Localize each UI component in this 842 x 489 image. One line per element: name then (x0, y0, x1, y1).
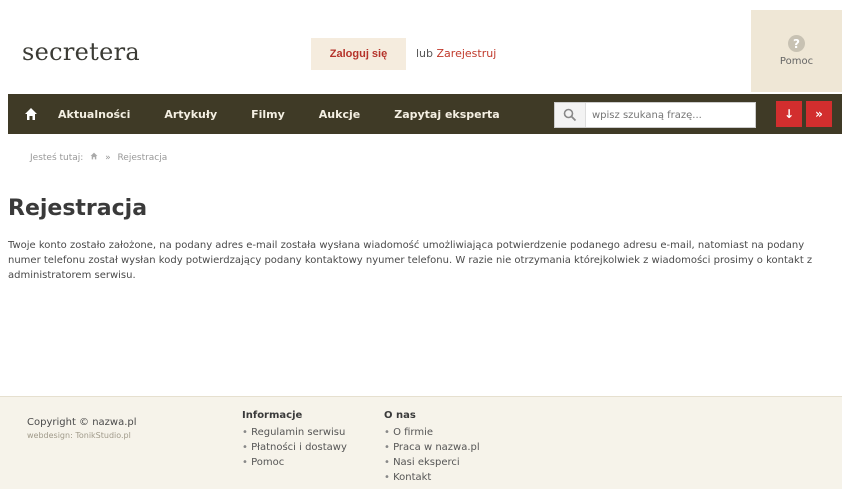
footer-column-informacje: Informacje Regulamin serwisu Płatności i… (242, 410, 347, 470)
home-icon[interactable] (24, 107, 38, 121)
webdesign-credit[interactable]: webdesign: TonikStudio.pl (27, 431, 131, 440)
breadcrumb: Jesteś tutaj: » Rejestracja (30, 152, 171, 163)
header: secretera Zaloguj się lub Zarejestruj ? … (0, 0, 842, 92)
help-label: Pomoc (779, 56, 814, 67)
footer-column-o-nas: O nas O firmie Praca w nazwa.pl Nasi eks… (384, 410, 480, 485)
nav-item-zapytaj-eksperta[interactable]: Zapytaj eksperta (394, 108, 500, 121)
breadcrumb-home-icon[interactable] (90, 152, 98, 160)
footer: Copyright © nazwa.pl webdesign: TonikStu… (0, 396, 842, 489)
or-text: lub (416, 47, 434, 60)
footer-column-title: O nas (384, 410, 416, 421)
nav-item-artykuly[interactable]: Artykuły (164, 108, 217, 121)
footer-link-nasi-eksperci[interactable]: Nasi eksperci (384, 455, 480, 470)
search-icon[interactable] (555, 103, 586, 127)
help-button[interactable]: ? Pomoc (751, 10, 842, 92)
register-link[interactable]: Zarejestruj (437, 47, 497, 60)
site-logo[interactable]: secretera (22, 38, 140, 66)
breadcrumb-current: Rejestracja (117, 153, 168, 163)
breadcrumb-separator: » (105, 153, 111, 163)
search-box (554, 102, 756, 128)
search-input[interactable] (586, 104, 754, 126)
download-arrow-button[interactable]: ↓ (776, 101, 802, 127)
page-title: Rejestracja (8, 196, 148, 221)
footer-link-pomoc[interactable]: Pomoc (242, 455, 347, 470)
footer-link-regulamin[interactable]: Regulamin serwisu (242, 425, 347, 440)
registration-message: Twoje konto zostało założone, na podany … (8, 240, 813, 281)
footer-link-kontakt[interactable]: Kontakt (384, 470, 480, 485)
login-button[interactable]: Zaloguj się (311, 38, 406, 70)
breadcrumb-prefix: Jesteś tutaj: (30, 153, 84, 163)
main-navigation: Aktualności Artykuły Filmy Aukcje Zapyta… (8, 94, 842, 134)
footer-link-o-firmie[interactable]: O firmie (384, 425, 480, 440)
nav-item-filmy[interactable]: Filmy (251, 108, 285, 121)
nav-item-aukcje[interactable]: Aukcje (319, 108, 360, 121)
footer-link-praca[interactable]: Praca w nazwa.pl (384, 440, 480, 455)
footer-column-title: Informacje (242, 410, 303, 421)
register-prompt: lub Zarejestruj (416, 47, 496, 60)
next-arrow-button[interactable]: » (806, 101, 832, 127)
nav-item-aktualnosci[interactable]: Aktualności (58, 108, 130, 121)
copyright-text: Copyright © nazwa.pl (27, 417, 137, 428)
footer-link-platnosci[interactable]: Płatności i dostawy (242, 440, 347, 455)
help-icon: ? (788, 35, 805, 52)
